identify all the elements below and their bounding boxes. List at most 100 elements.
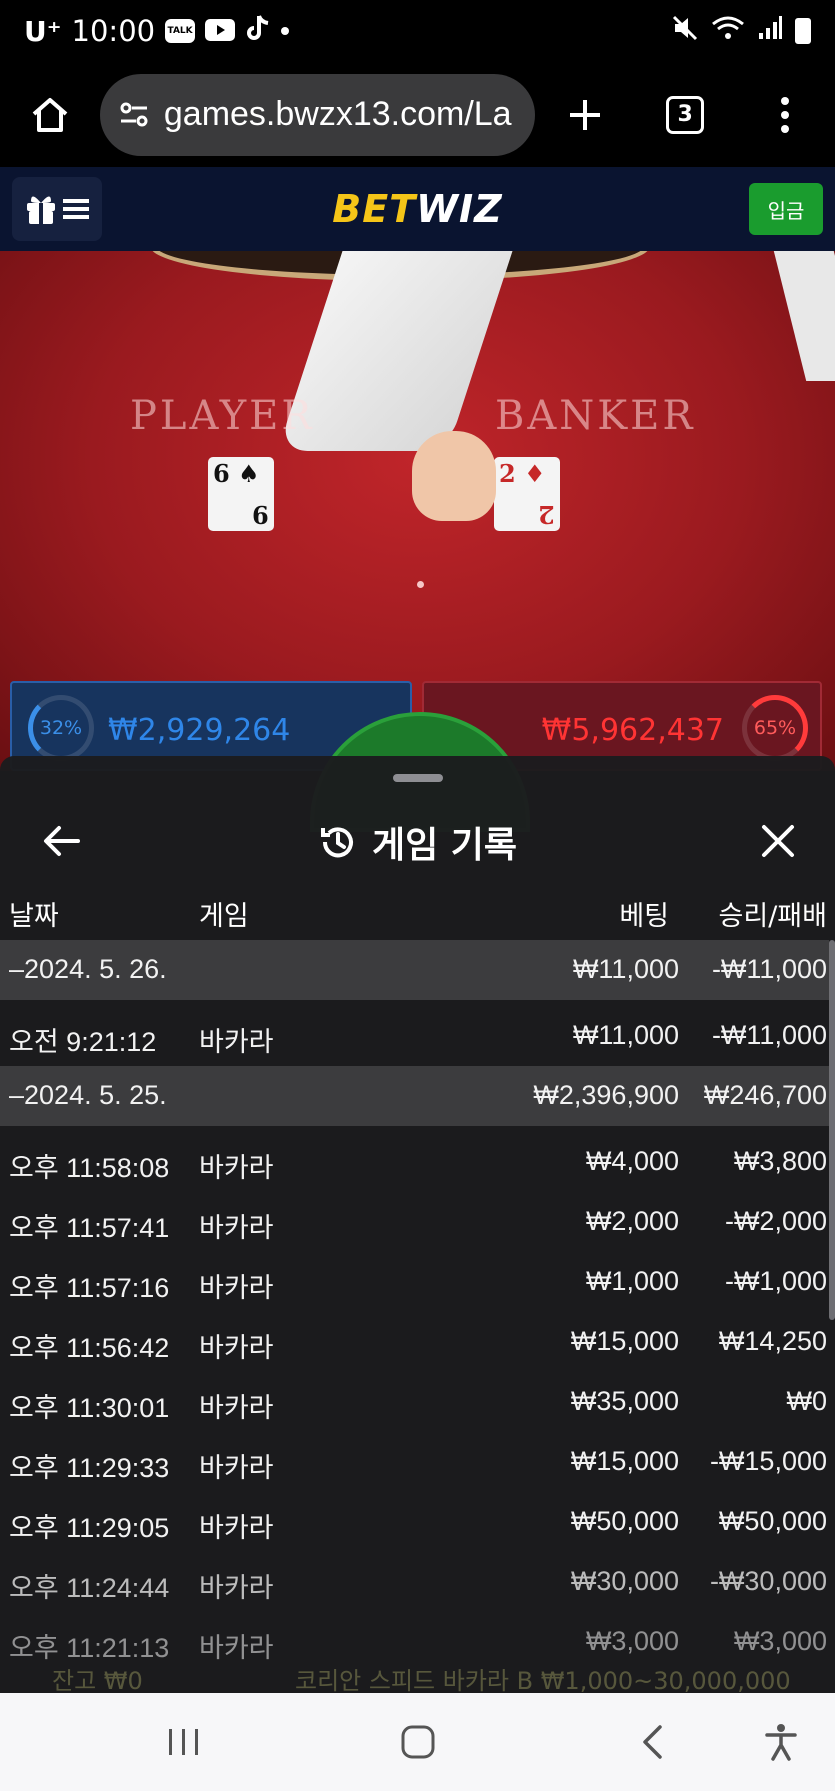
signal-icon [757,15,783,48]
tab-switcher-button[interactable]: 3 [635,62,735,167]
row-result: -₩11,000 [711,954,827,984]
row-time: 오후 11:30:01 [9,1393,170,1423]
row-game: 바카라 [199,1393,274,1423]
felt-marker [417,581,424,588]
site-logo[interactable]: BETWIZ [0,187,835,231]
row-result: -₩1,000 [724,1266,827,1296]
row-bet: ₩3,000 [585,1626,679,1656]
row-result: -₩2,000 [724,1206,827,1236]
url-bar[interactable]: games.bwzx13.com/La [99,73,536,156]
history-row[interactable]: 오후 11:57:16 바카라 ₩1,000 -₩1,000 [0,1252,829,1312]
menu-icon [63,199,89,219]
row-time: 오후 11:56:42 [9,1333,170,1363]
dealer-hand [412,431,496,521]
history-row[interactable]: 오후 11:24:44 바카라 ₩30,000 -₩30,000 [0,1552,829,1612]
back-nav-button[interactable] [622,1717,682,1767]
date-group-row[interactable]: –2024. 5. 25. ₩2,396,900 ₩246,700 [0,1066,829,1126]
sheet-header: 게임 기록 [0,806,835,876]
accessibility-button[interactable] [751,1717,811,1767]
close-icon [762,825,794,857]
row-game: 바카라 [199,1573,274,1603]
row-time: 오전 9:21:12 [9,1027,157,1057]
home-nav-button[interactable] [388,1717,448,1767]
row-result: ₩14,250 [718,1326,827,1356]
tiktok-icon [245,14,271,49]
history-row[interactable]: 오후 11:57:41 바카라 ₩2,000 -₩2,000 [0,1192,829,1252]
row-bet: ₩2,396,900 [533,1080,679,1110]
site-settings-icon[interactable] [118,99,150,131]
dealer-arm-right [773,251,835,381]
browser-toolbar: games.bwzx13.com/La 3 [0,62,835,167]
history-row[interactable]: 오후 11:58:08 바카라 ₩4,000 ₩3,800 [0,1132,829,1192]
site-header: BETWIZ 입금 [0,167,835,251]
sheet-grabber[interactable] [393,774,443,782]
row-result: ₩0 [786,1386,828,1416]
history-title: 게임 기록 [371,825,517,866]
row-bet: ₩15,000 [570,1446,679,1476]
new-tab-button[interactable] [535,62,635,167]
row-game: 바카라 [199,1153,274,1183]
row-bet: ₩11,000 [572,954,679,984]
more-icon [781,96,790,133]
history-list[interactable]: –2024. 5. 26. ₩11,000 -₩11,000 오전 9:21:1… [0,940,829,1672]
status-right [671,14,811,49]
player-percent: 32% [28,695,94,761]
logo-bet: BET [332,187,417,231]
history-row[interactable]: 오전 9:21:12 바카라 ₩11,000 -₩11,000 [0,1006,829,1066]
footer-balance: 잔고 ₩0 [52,1667,143,1693]
row-bet: ₩1,000 [585,1266,679,1296]
notification-dot [281,27,290,35]
history-row[interactable]: 오후 11:29:05 바카라 ₩50,000 ₩50,000 [0,1492,829,1552]
banker-total: ₩5,962,437 [541,713,724,748]
history-row[interactable]: 오후 11:56:42 바카라 ₩15,000 ₩14,250 [0,1312,829,1372]
logo-wiz: WIZ [416,187,503,231]
row-bet: ₩2,000 [585,1206,679,1236]
row-game: 바카라 [199,1513,274,1543]
footer-table-info: 코리안 스피드 바카라 B ₩1,000~30,000,000 [295,1667,791,1693]
status-left: U⁺ 10:00 TALK [24,14,290,49]
row-bet: ₩4,000 [585,1146,679,1176]
row-game: 바카라 [199,1453,274,1483]
status-bar: U⁺ 10:00 TALK [0,0,835,62]
col-result: 승리/패배 [718,901,827,932]
home-nav-icon [401,1725,435,1759]
row-time: 오후 11:29:33 [9,1453,170,1483]
banker-percent: 65% [742,695,808,761]
player-table-label: PLAYER [130,393,315,439]
row-time: 오후 11:29:05 [9,1513,170,1543]
col-bet: 베팅 [619,901,669,932]
browser-menu-button[interactable] [735,62,835,167]
gift-icon [27,196,55,224]
plus-icon [570,99,601,130]
row-bet: ₩15,000 [570,1326,679,1356]
carrier-label: U⁺ [24,14,62,48]
deposit-button[interactable]: 입금 [749,183,823,235]
history-row[interactable]: 오후 11:30:01 바카라 ₩35,000 ₩0 [0,1372,829,1432]
recents-button[interactable] [154,1717,214,1767]
browser-home-button[interactable] [0,62,100,167]
mute-icon [671,14,699,49]
row-time: 오후 11:24:44 [9,1573,170,1603]
banker-card: 2 ♦ 2 [494,457,560,531]
home-icon [32,97,68,132]
player-total: ₩2,929,264 [108,713,291,748]
url-text[interactable]: games.bwzx13.com/La [164,95,512,134]
row-result: -₩15,000 [709,1446,827,1476]
gift-menu-button[interactable] [12,177,102,241]
banker-card-bottom: 2 [538,500,555,529]
battery-icon [795,18,811,44]
youtube-icon [205,14,236,48]
row-date: –2024. 5. 25. [9,1080,167,1110]
status-time: 10:00 [71,14,156,48]
close-button[interactable] [753,816,803,866]
row-result: ₩3,000 [733,1626,827,1656]
history-row[interactable]: 오후 11:29:33 바카라 ₩15,000 -₩15,000 [0,1432,829,1492]
date-group-row[interactable]: –2024. 5. 26. ₩11,000 -₩11,000 [0,940,829,1000]
player-card-bottom: 9 [252,500,269,529]
row-result: ₩50,000 [718,1506,827,1536]
history-scrollbar[interactable] [829,940,835,1320]
kakaotalk-icon: TALK [165,19,196,43]
row-game: 바카라 [199,1333,274,1363]
row-result: -₩11,000 [711,1020,827,1050]
column-headers: 날짜 게임 베팅 승리/패배 [0,886,835,936]
